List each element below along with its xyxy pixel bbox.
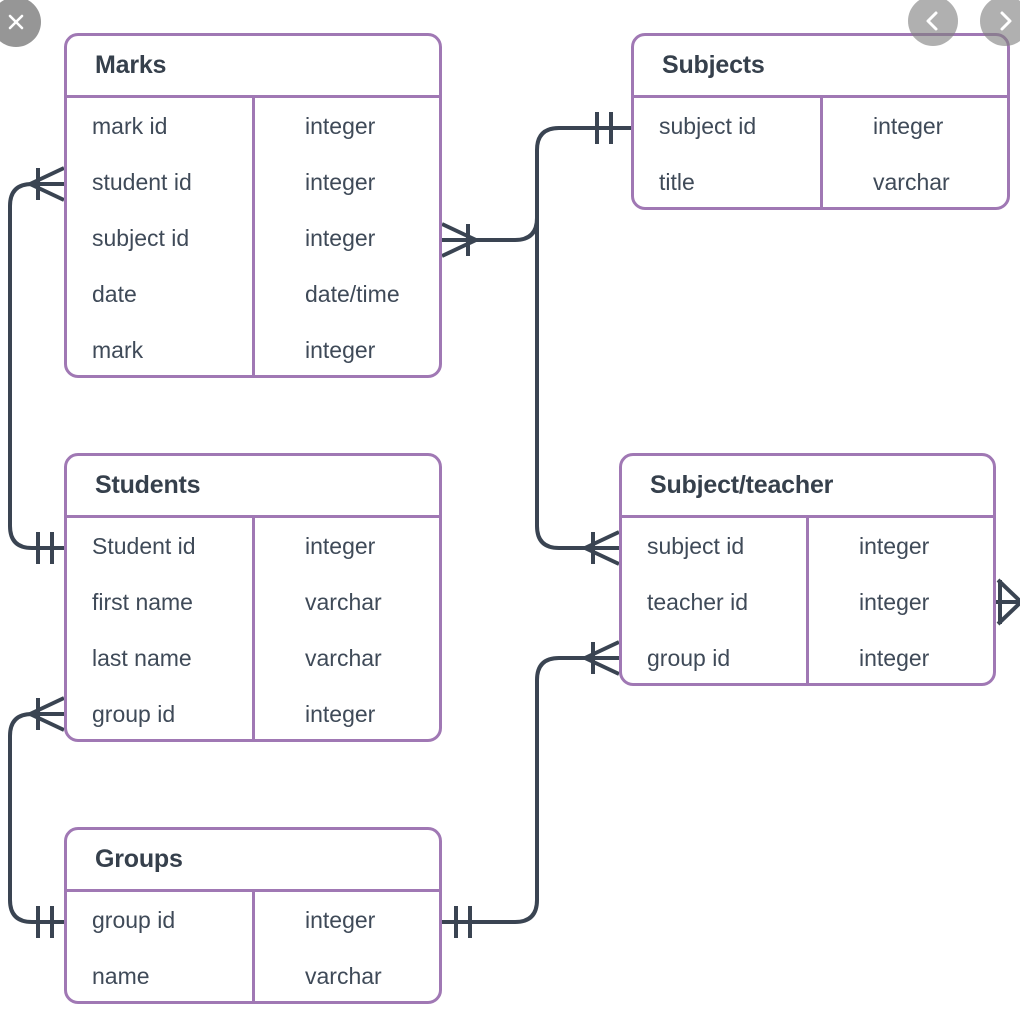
entity-subject-teacher[interactable]: Subject/teacher subject id integer teach… — [619, 453, 996, 686]
attribute-type: integer — [305, 224, 376, 251]
connector-groups-subjectteacher — [442, 656, 619, 924]
attribute-name: date — [92, 280, 137, 307]
attribute-type: varchar — [305, 962, 382, 989]
crowsfoot-st-group-b — [584, 656, 620, 676]
entity-groups[interactable]: Groups group id integer name varchar — [64, 827, 442, 1004]
attribute-name: title — [659, 168, 695, 195]
attribute-type: varchar — [305, 588, 382, 615]
connector-subjects-marks — [442, 126, 631, 242]
attribute-type: date/time — [305, 280, 400, 307]
attribute-name: first name — [92, 588, 193, 615]
crowsfoot-marks-student-a — [29, 166, 65, 186]
attribute-name: mark id — [92, 112, 168, 139]
entity-subjects-title: Subjects — [662, 51, 765, 79]
attribute-name: mark — [92, 336, 144, 363]
attribute-type: integer — [305, 112, 376, 139]
attribute-type: varchar — [873, 168, 950, 195]
attribute-type: integer — [305, 336, 376, 363]
er-diagram-canvas: Marks mark id integer student id integer… — [0, 0, 1020, 1024]
entity-subject-teacher-title: Subject/teacher — [650, 471, 834, 499]
attribute-name: subject id — [647, 532, 745, 559]
column-divider — [252, 98, 255, 375]
attribute-type: integer — [873, 112, 944, 139]
attribute-name: student id — [92, 168, 192, 195]
crowsfoot-students-group-a — [29, 696, 65, 716]
entity-subjects-header: Subjects — [634, 36, 1007, 98]
entity-marks-header: Marks — [67, 36, 439, 98]
crowsfoot-st-group-a — [584, 640, 620, 660]
entity-students-body: Student id integer first name varchar la… — [67, 518, 439, 739]
attribute-name: group id — [647, 644, 731, 671]
entity-students-header: Students — [67, 456, 439, 518]
crowsfoot-marks-subject-a — [441, 222, 477, 242]
entity-marks-body: mark id integer student id integer subje… — [67, 98, 439, 375]
chevron-left-icon — [926, 11, 938, 31]
close-x-icon — [8, 14, 24, 30]
crowsfoot-marks-student-b — [29, 182, 65, 202]
column-divider — [252, 518, 255, 739]
close-button[interactable] — [0, 0, 41, 47]
attribute-type: varchar — [305, 644, 382, 671]
crowsfoot-offscreen-a — [996, 578, 1020, 603]
entity-groups-body: group id integer name varchar — [67, 892, 439, 1001]
crowsfoot-marks-subject-b — [441, 238, 477, 258]
crowsfoot-st-subject-a — [584, 530, 620, 550]
attribute-type: integer — [305, 700, 376, 727]
crowsfoot-students-group-b — [29, 712, 65, 732]
entity-subjects[interactable]: Subjects subject id integer title varcha… — [631, 33, 1010, 210]
attribute-type: integer — [305, 532, 376, 559]
attribute-name: teacher id — [647, 588, 749, 615]
entity-marks-title: Marks — [95, 51, 167, 79]
attribute-name: subject id — [92, 224, 190, 251]
attribute-type: integer — [859, 644, 930, 671]
attribute-name: group id — [92, 700, 176, 727]
attribute-type: integer — [859, 588, 930, 615]
entity-students-title: Students — [95, 471, 201, 499]
attribute-type: integer — [859, 532, 930, 559]
attribute-type: integer — [305, 168, 376, 195]
attribute-name: subject id — [659, 112, 757, 139]
entity-groups-title: Groups — [95, 845, 183, 873]
entity-subject-teacher-header: Subject/teacher — [622, 456, 993, 518]
attribute-type: integer — [305, 906, 376, 933]
column-divider — [252, 892, 255, 1001]
chevron-right-icon — [1000, 11, 1012, 31]
column-divider — [820, 98, 823, 207]
entity-subjects-body: subject id integer title varchar — [634, 98, 1007, 207]
connector-groups-students — [8, 712, 64, 924]
attribute-name: Student id — [92, 532, 196, 559]
connector-students-marks — [8, 182, 64, 550]
entity-groups-header: Groups — [67, 830, 439, 892]
attribute-name: last name — [92, 644, 192, 671]
entity-subject-teacher-body: subject id integer teacher id integer gr… — [622, 518, 993, 683]
crowsfoot-offscreen-b — [996, 601, 1020, 626]
attribute-name: group id — [92, 906, 176, 933]
attribute-name: name — [92, 962, 150, 989]
entity-students[interactable]: Students Student id integer first name v… — [64, 453, 442, 742]
crowsfoot-st-subject-b — [584, 546, 620, 566]
connector-subjects-subjectteacher — [535, 150, 619, 550]
entity-marks[interactable]: Marks mark id integer student id integer… — [64, 33, 442, 378]
column-divider — [806, 518, 809, 683]
